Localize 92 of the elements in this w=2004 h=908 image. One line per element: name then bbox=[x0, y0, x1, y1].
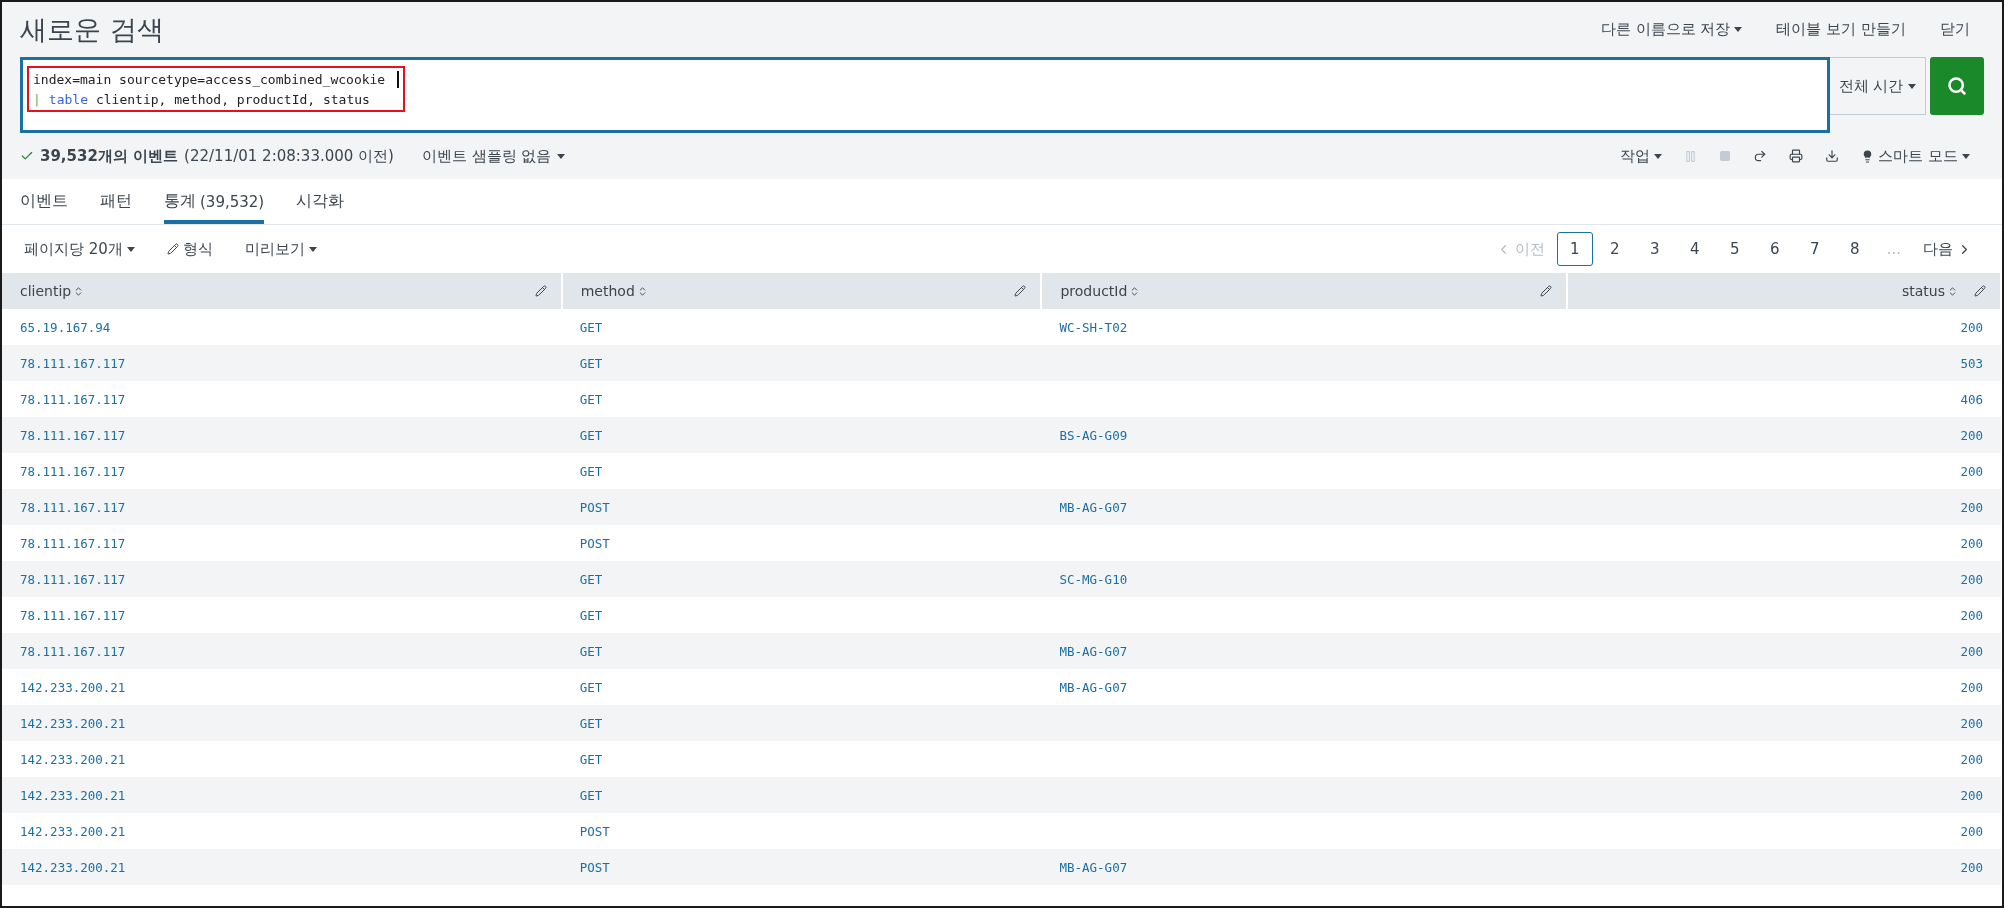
download-button[interactable] bbox=[1825, 149, 1840, 163]
table-cell[interactable]: POST bbox=[579, 859, 610, 875]
column-header[interactable]: status bbox=[1901, 283, 1945, 299]
search-button[interactable] bbox=[1930, 57, 1984, 115]
table-cell[interactable]: GET bbox=[579, 427, 603, 443]
time-range-picker[interactable]: 전체 시간 bbox=[1830, 57, 1926, 115]
table-cell[interactable]: 142.233.200.21 bbox=[20, 751, 126, 767]
job-time-text: (22/11/01 2:08:33.000 이전) bbox=[184, 146, 394, 166]
table-cell[interactable]: GET bbox=[579, 787, 603, 803]
table-cell[interactable]: 142.233.200.21 bbox=[20, 679, 126, 695]
page-button[interactable]: 1 bbox=[1556, 232, 1593, 266]
table-cell[interactable]: 200 bbox=[1960, 535, 1983, 551]
table-cell[interactable]: BS-AG-G09 bbox=[1059, 427, 1128, 443]
next-page-button[interactable]: 다음 bbox=[1915, 239, 1980, 259]
table-cell[interactable]: 78.111.167.117 bbox=[20, 499, 126, 515]
column-header[interactable]: clientip bbox=[20, 283, 72, 299]
table-cell[interactable]: 200 bbox=[1960, 751, 1983, 767]
table-cell[interactable]: 200 bbox=[1960, 427, 1983, 443]
table-cell[interactable]: WC-SH-T02 bbox=[1059, 319, 1128, 335]
table-cell[interactable]: 200 bbox=[1960, 607, 1983, 623]
table-cell[interactable]: 78.111.167.117 bbox=[20, 535, 126, 551]
table-cell[interactable]: GET bbox=[579, 679, 603, 695]
table-cell[interactable]: GET bbox=[579, 391, 603, 407]
page-ellipsis: ... bbox=[1885, 240, 1902, 258]
table-cell[interactable]: POST bbox=[579, 823, 610, 839]
table-cell[interactable]: POST bbox=[579, 499, 610, 515]
event-count: 39,532개의 이벤트 bbox=[40, 146, 179, 166]
per-page-dropdown[interactable]: 페이지당 20개 bbox=[24, 239, 135, 259]
table-cell[interactable]: GET bbox=[579, 607, 603, 623]
table-cell[interactable]: 200 bbox=[1960, 859, 1983, 875]
column-header[interactable]: method bbox=[580, 283, 635, 299]
table-cell[interactable]: 65.19.167.94 bbox=[20, 319, 111, 335]
table-cell[interactable]: MB-AG-G07 bbox=[1059, 679, 1128, 695]
table-cell[interactable]: 78.111.167.117 bbox=[20, 427, 126, 443]
print-button[interactable] bbox=[1789, 149, 1804, 163]
pencil-icon[interactable] bbox=[1014, 285, 1027, 297]
pencil-icon[interactable] bbox=[534, 285, 547, 297]
job-menu[interactable]: 작업 bbox=[1620, 146, 1663, 166]
table-cell[interactable]: GET bbox=[579, 643, 603, 659]
table-cell[interactable]: 78.111.167.117 bbox=[20, 391, 126, 407]
table-cell[interactable]: POST bbox=[579, 535, 610, 551]
table-cell[interactable]: GET bbox=[579, 355, 603, 371]
table-cell[interactable]: 78.111.167.117 bbox=[20, 463, 126, 479]
pencil-icon[interactable] bbox=[1540, 285, 1553, 297]
table-cell[interactable]: SC-MG-G10 bbox=[1059, 571, 1128, 587]
check-icon bbox=[20, 149, 34, 163]
table-cell[interactable]: 200 bbox=[1960, 715, 1983, 731]
table-cell[interactable]: 200 bbox=[1960, 319, 1983, 335]
table-cell[interactable]: 78.111.167.117 bbox=[20, 607, 126, 623]
table-cell[interactable]: 142.233.200.21 bbox=[20, 715, 126, 731]
table-cell[interactable]: GET bbox=[579, 751, 603, 767]
table-cell[interactable]: 200 bbox=[1960, 571, 1983, 587]
page-title: 새로운 검색 bbox=[20, 12, 164, 47]
table-cell[interactable]: 200 bbox=[1960, 643, 1983, 659]
table-cell[interactable]: 78.111.167.117 bbox=[20, 355, 126, 371]
table-cell[interactable]: 78.111.167.117 bbox=[20, 571, 126, 587]
table-cell[interactable]: GET bbox=[579, 319, 603, 335]
column-header[interactable]: productId bbox=[1060, 283, 1128, 299]
table-cell[interactable]: GET bbox=[579, 571, 603, 587]
header-action-link[interactable]: 테이블 보기 만들기 bbox=[1776, 20, 1906, 39]
table-cell[interactable]: MB-AG-G07 bbox=[1059, 643, 1128, 659]
results-tab[interactable]: 이벤트 bbox=[20, 179, 68, 224]
pencil-icon[interactable] bbox=[1974, 285, 1986, 297]
table-cell[interactable]: 200 bbox=[1960, 787, 1983, 803]
search-mode-menu[interactable]: 스마트 모드 bbox=[1861, 146, 1970, 166]
sort-icon[interactable] bbox=[1947, 285, 1958, 297]
header-action-link[interactable]: 다른 이름으로 저장 bbox=[1600, 20, 1743, 39]
table-cell[interactable]: MB-AG-G07 bbox=[1059, 859, 1128, 875]
table-cell[interactable]: MB-AG-G07 bbox=[1059, 499, 1128, 515]
table-cell[interactable]: 142.233.200.21 bbox=[20, 823, 126, 839]
table-cell[interactable]: 142.233.200.21 bbox=[20, 859, 126, 875]
table-cell[interactable]: 200 bbox=[1960, 823, 1983, 839]
table-cell[interactable]: GET bbox=[579, 463, 603, 479]
table-cell[interactable]: 503 bbox=[1960, 355, 1983, 371]
search-query-field[interactable]: index=main sourcetype=access_combined_wcookie | table clientip, method, productId, status bbox=[20, 57, 1830, 133]
header-action-link[interactable]: 닫기 bbox=[1940, 20, 1970, 39]
table-cell[interactable]: GET bbox=[579, 715, 603, 731]
results-tab[interactable]: 패턴 bbox=[100, 179, 132, 224]
table-cell[interactable]: 200 bbox=[1960, 463, 1983, 479]
results-tab[interactable]: 통계 (39,532) bbox=[164, 179, 265, 224]
results-tab[interactable]: 시각화 bbox=[296, 179, 345, 224]
table-cell[interactable]: 200 bbox=[1960, 679, 1983, 695]
preview-dropdown[interactable]: 미리보기 bbox=[244, 239, 317, 259]
table-cell[interactable]: 406 bbox=[1960, 391, 1983, 407]
format-button[interactable]: 형식 bbox=[166, 239, 213, 259]
search-icon bbox=[1947, 76, 1967, 96]
table-cell[interactable]: 142.233.200.21 bbox=[20, 787, 126, 803]
share-button[interactable] bbox=[1753, 149, 1768, 163]
table-cell[interactable]: 200 bbox=[1960, 499, 1983, 515]
table-cell[interactable]: 78.111.167.117 bbox=[20, 643, 126, 659]
pencil-icon bbox=[166, 243, 179, 255]
sampling-dropdown[interactable]: 이벤트 샘플링 없음 bbox=[421, 146, 565, 166]
